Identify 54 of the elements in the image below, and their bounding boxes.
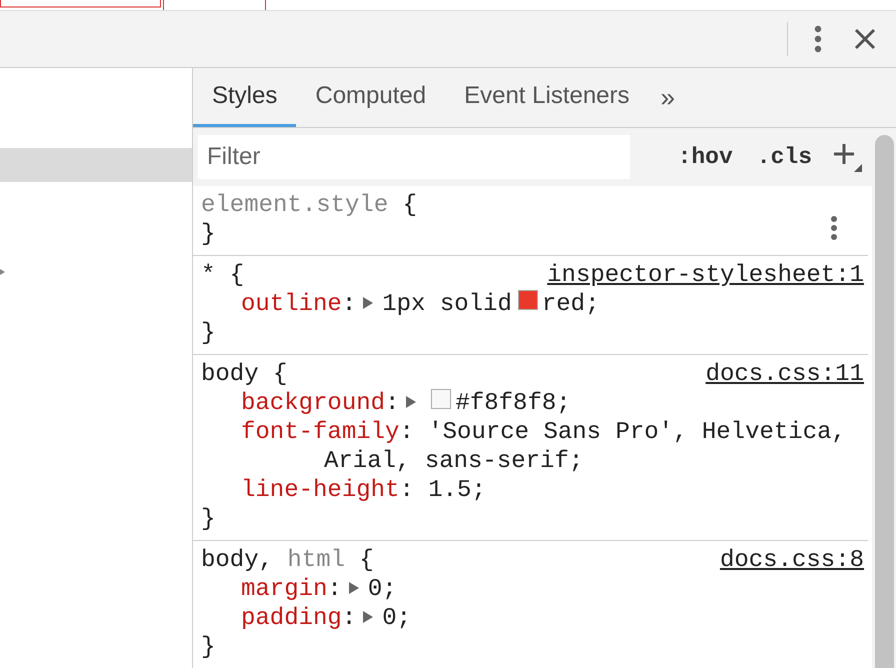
tab[interactable]: Event Listeners xyxy=(445,68,649,127)
property-name: font-family xyxy=(241,418,400,447)
selector: * xyxy=(201,261,216,290)
tab[interactable]: Computed xyxy=(296,68,446,127)
property-value: 1px solid xyxy=(382,290,512,319)
property-name: padding xyxy=(241,604,342,633)
property-value: 0; xyxy=(368,575,397,604)
source-link[interactable]: docs.css:11 xyxy=(706,360,864,389)
colon: : xyxy=(327,575,342,604)
property-name: margin xyxy=(241,575,328,604)
expand-triangle-icon[interactable] xyxy=(405,395,418,409)
source-link[interactable]: docs.css:8 xyxy=(720,546,864,575)
brace: } xyxy=(201,319,216,348)
colon: : xyxy=(385,389,400,418)
property-name: outline xyxy=(241,290,342,319)
filter-field[interactable]: Filter xyxy=(198,135,630,179)
close-icon[interactable] xyxy=(854,28,876,50)
add-rule-icon[interactable] xyxy=(832,142,862,172)
property-value: Arial, sans-serif; xyxy=(324,448,584,475)
brace: { xyxy=(273,360,288,389)
more-menu-icon[interactable] xyxy=(814,25,822,53)
toggle-button[interactable]: :hov xyxy=(666,140,745,174)
colon: : xyxy=(342,290,356,319)
property-value: 1.5; xyxy=(428,476,486,505)
color-swatch[interactable] xyxy=(431,389,452,409)
brace: } xyxy=(201,220,216,249)
property-value: 0; xyxy=(382,604,412,633)
source-link[interactable]: inspector-stylesheet:1 xyxy=(547,261,864,290)
brace: } xyxy=(201,633,216,662)
more-tabs-button[interactable]: » xyxy=(648,78,687,127)
colon: : xyxy=(342,604,356,633)
colon: : xyxy=(399,476,414,505)
brace: { xyxy=(230,261,244,290)
arrow-icon xyxy=(0,268,6,276)
property-value: red; xyxy=(542,290,600,319)
color-swatch[interactable] xyxy=(518,290,538,310)
brace: { xyxy=(359,546,374,575)
property-value: 'Source Sans Pro', Helvetica, xyxy=(428,418,846,447)
expand-triangle-icon[interactable] xyxy=(362,296,374,310)
property-name: line-height xyxy=(241,476,400,505)
expand-triangle-icon[interactable] xyxy=(362,610,374,624)
selector: body, xyxy=(201,546,274,575)
toggle-button[interactable]: .cls xyxy=(744,140,824,174)
colon: : xyxy=(399,418,414,447)
property-name: background xyxy=(241,389,386,418)
scrollbar-thumb[interactable] xyxy=(875,135,894,668)
property-value: #f8f8f8; xyxy=(455,389,571,418)
selector: html xyxy=(287,546,346,575)
expand-triangle-icon[interactable] xyxy=(348,581,360,595)
selector: element.style xyxy=(201,191,388,220)
more-menu-icon[interactable] xyxy=(830,214,838,240)
brace: } xyxy=(201,505,216,534)
selector: body xyxy=(201,360,259,389)
brace: { xyxy=(402,191,418,220)
